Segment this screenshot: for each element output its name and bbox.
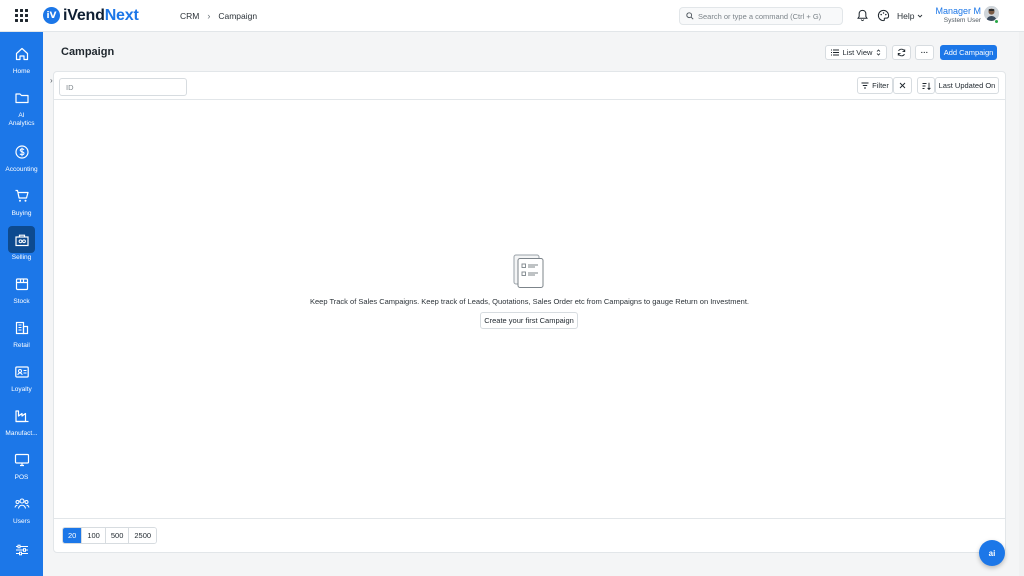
- sidebar-item-label: Retail: [13, 342, 30, 349]
- user-info[interactable]: Manager M System User: [934, 6, 981, 24]
- list-view-label: List View: [842, 48, 873, 57]
- search-input[interactable]: [698, 11, 838, 21]
- app-grid-icon[interactable]: [15, 9, 28, 22]
- sidebar-toggle-chevron-icon[interactable]: ›: [50, 76, 53, 85]
- empty-state-message: Keep Track of Sales Campaigns. Keep trac…: [310, 297, 749, 306]
- sidebar-item-buying[interactable]: Buying: [0, 182, 43, 218]
- online-status-dot: [994, 19, 999, 24]
- sidebar-item-label: POS: [14, 474, 29, 481]
- dollar-icon: [14, 144, 29, 159]
- sidebar-item-label: Manufact...: [5, 430, 38, 437]
- store-icon: [14, 234, 29, 246]
- page-size-20[interactable]: 20: [63, 528, 83, 543]
- logo-mark-icon: iV: [43, 7, 60, 24]
- list-icon: [830, 49, 839, 56]
- sidebar-item-label: Stock: [13, 298, 30, 305]
- help-label: Help: [897, 11, 915, 21]
- footer-divider: [54, 518, 1005, 519]
- ai-assistant-button[interactable]: ai: [979, 540, 1005, 566]
- page-size-2500[interactable]: 2500: [129, 528, 157, 543]
- create-first-campaign-button[interactable]: Create your first Campaign: [480, 312, 578, 329]
- app-logo[interactable]: iV iVendNext: [43, 6, 139, 25]
- page-size-100[interactable]: 100: [82, 528, 106, 543]
- sidebar-item-users[interactable]: Users: [0, 490, 43, 526]
- filter-icon: [861, 82, 869, 89]
- bell-icon[interactable]: [856, 9, 869, 22]
- sliders-icon: [15, 544, 28, 555]
- page-size-selector: 20 100 500 2500: [62, 527, 158, 544]
- sort-direction-button[interactable]: [917, 77, 935, 94]
- clear-filter-button[interactable]: [893, 77, 912, 94]
- sidebar-item-loyalty[interactable]: Loyalty: [0, 358, 43, 394]
- refresh-button[interactable]: [892, 45, 911, 60]
- breadcrumb: CRM › Campaign: [180, 11, 257, 21]
- sidebar-item-pos[interactable]: POS: [0, 446, 43, 482]
- list-view-select[interactable]: List View: [825, 45, 887, 60]
- sidebar-item-label: Buying: [11, 210, 32, 217]
- filter-divider: [54, 99, 1005, 100]
- more-actions-button[interactable]: ···: [915, 45, 934, 60]
- page-size-500[interactable]: 500: [105, 528, 130, 543]
- id-filter-input[interactable]: [59, 78, 187, 96]
- close-icon: [899, 82, 906, 89]
- cart-icon: [15, 189, 29, 202]
- box-icon: [15, 277, 28, 290]
- sidebar-item-label: Users: [13, 518, 30, 525]
- sidebar-item-label: Loyalty: [11, 386, 32, 393]
- add-campaign-button[interactable]: Add Campaign: [940, 45, 997, 60]
- monitor-icon: [14, 453, 29, 466]
- filter-button[interactable]: Filter: [857, 77, 893, 94]
- sidebar-item-ai-analytics[interactable]: AI Analytics: [0, 84, 43, 128]
- sidebar-item-settings[interactable]: [0, 536, 43, 563]
- select-arrows-icon: [877, 49, 881, 56]
- sidebar: Home AI Analytics Accounting Buying Sell…: [0, 32, 43, 576]
- folder-icon: [14, 92, 29, 103]
- sidebar-item-label: Accounting: [5, 166, 38, 173]
- page-scrollbar[interactable]: [1019, 32, 1024, 576]
- sort-field-button[interactable]: Last Updated On: [935, 77, 999, 94]
- chevron-right-icon: ›: [207, 11, 211, 21]
- top-bar: iV iVendNext CRM › Campaign Help Manager…: [0, 0, 1024, 32]
- sidebar-item-stock[interactable]: Stock: [0, 270, 43, 306]
- sidebar-item-label: Home: [12, 68, 31, 75]
- user-role: System User: [943, 17, 981, 24]
- sidebar-item-selling[interactable]: Selling: [0, 226, 43, 262]
- sort-icon: [922, 82, 931, 90]
- sidebar-item-retail[interactable]: Retail: [0, 314, 43, 350]
- factory-icon: [14, 409, 28, 422]
- logo-text: iVendNext: [63, 6, 139, 24]
- search-box[interactable]: [679, 7, 843, 25]
- user-name: Manager M: [935, 6, 981, 16]
- sidebar-item-label: AI Analytics: [8, 112, 35, 127]
- id-card-icon: [14, 365, 29, 378]
- search-icon: [686, 12, 694, 20]
- refresh-icon: [897, 48, 906, 57]
- sidebar-item-manufacturing[interactable]: Manufact...: [0, 402, 43, 438]
- building-icon: [15, 321, 28, 334]
- breadcrumb-crm[interactable]: CRM: [180, 11, 199, 21]
- palette-icon[interactable]: [877, 9, 890, 22]
- empty-list-icon: [513, 254, 544, 288]
- home-icon: [15, 47, 28, 60]
- help-menu[interactable]: Help: [897, 11, 923, 21]
- breadcrumb-campaign[interactable]: Campaign: [218, 11, 257, 21]
- sidebar-item-label: Selling: [11, 254, 32, 261]
- page-title: Campaign: [61, 46, 115, 58]
- chevron-down-icon: [918, 14, 923, 18]
- sidebar-item-home[interactable]: Home: [0, 40, 43, 76]
- sidebar-item-accounting[interactable]: Accounting: [0, 138, 43, 174]
- filter-label: Filter: [872, 81, 889, 90]
- users-icon: [14, 497, 29, 509]
